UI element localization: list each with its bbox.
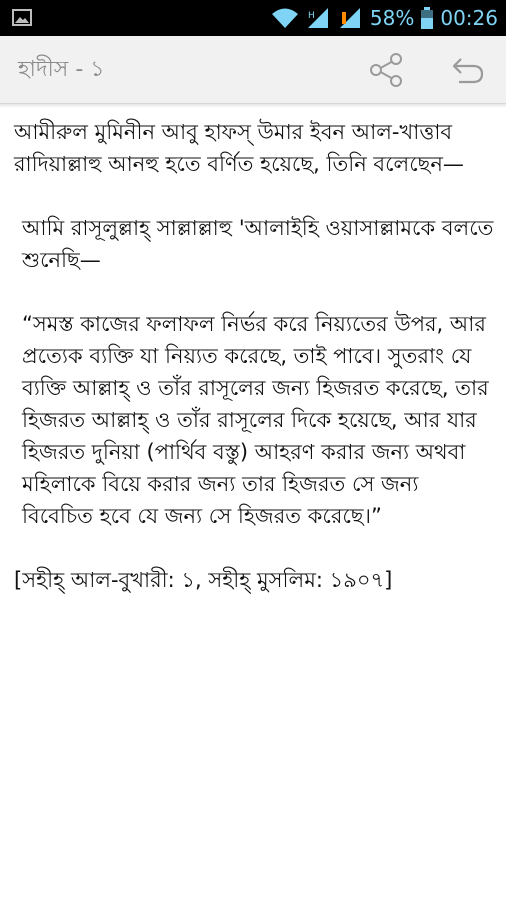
svg-text:H: H	[308, 11, 315, 21]
narration-intro: আমীরুল মুমিনীন আবু হাফস্ উমার ইবন আল-খাত…	[14, 120, 464, 176]
signal-icon	[339, 8, 360, 28]
narration-heard: আমি রাসূলুল্লাহ্ সাল্লাল্লাহু 'আলাইহি ওয…	[22, 216, 494, 272]
hadith-reference: [সহীহ্ আল-বুখারী: ১, সহীহ্ মুসলিম: ১৯০৭]	[14, 568, 393, 592]
battery-icon	[421, 7, 434, 29]
signal-icon: H	[307, 8, 328, 28]
clock: 00:26	[440, 6, 498, 30]
share-icon	[370, 53, 402, 87]
battery-percentage: 58%	[369, 6, 415, 30]
wifi-icon	[271, 8, 298, 28]
back-button[interactable]	[446, 50, 490, 90]
action-bar-shadow	[0, 104, 506, 108]
hadith-text: “সমস্ত কাজের ফলাফল নির্ভর করে নিয়্যতের …	[22, 312, 489, 528]
page-title: হাদীস - ১	[18, 57, 105, 82]
status-icons: H 58% 00:26	[270, 0, 498, 36]
action-bar: হাদীস - ১	[0, 36, 506, 104]
hadith-content: আমীরুল মুমিনীন আবু হাফস্ উমার ইবন আল-খাত…	[14, 116, 494, 628]
undo-back-icon	[452, 58, 484, 84]
share-button[interactable]	[364, 50, 408, 90]
gallery-icon	[12, 9, 32, 26]
status-bar: H 58% 00:26	[0, 0, 506, 36]
